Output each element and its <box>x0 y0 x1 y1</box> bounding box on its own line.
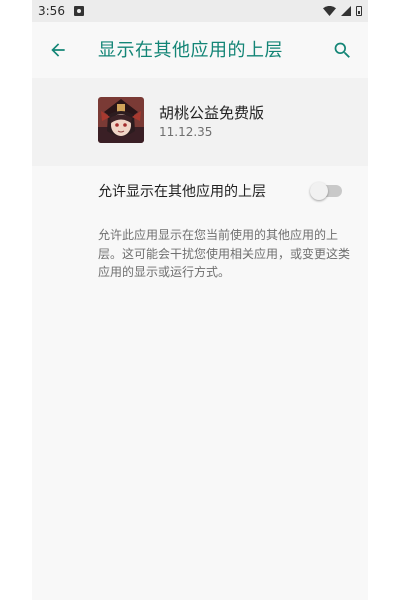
setting-label: 允许显示在其他应用的上层 <box>98 184 266 200</box>
app-name: 胡桃公益免费版 <box>159 104 265 122</box>
wifi-icon <box>323 6 336 16</box>
status-time: 3:56 <box>38 4 65 18</box>
overlay-permission-setting[interactable]: 允许显示在其他应用的上层 <box>32 166 368 216</box>
arrow-left-icon <box>51 43 65 57</box>
search-button[interactable] <box>318 26 366 74</box>
toggle-thumb <box>310 182 328 200</box>
battery-icon <box>356 6 362 16</box>
settings-screen: 3:56 显示在其他应用的上层 胡桃公益免费版 11.12.35 允许显示在其他… <box>32 0 368 600</box>
app-header: 胡桃公益免费版 11.12.35 <box>32 78 368 166</box>
status-bar: 3:56 <box>32 0 368 22</box>
notification-icon <box>73 6 84 16</box>
app-bar: 显示在其他应用的上层 <box>32 22 368 78</box>
back-button[interactable] <box>34 26 82 74</box>
page-title: 显示在其他应用的上层 <box>98 40 283 61</box>
permission-description: 允许此应用显示在您当前使用的其他应用的上层。这可能会干扰您使用相关应用，或变更这… <box>98 228 351 279</box>
search-icon <box>334 42 350 58</box>
app-avatar-icon <box>98 97 144 143</box>
app-version: 11.12.35 <box>159 125 213 139</box>
overlay-permission-toggle[interactable] <box>310 182 344 200</box>
signal-icon <box>341 6 351 16</box>
